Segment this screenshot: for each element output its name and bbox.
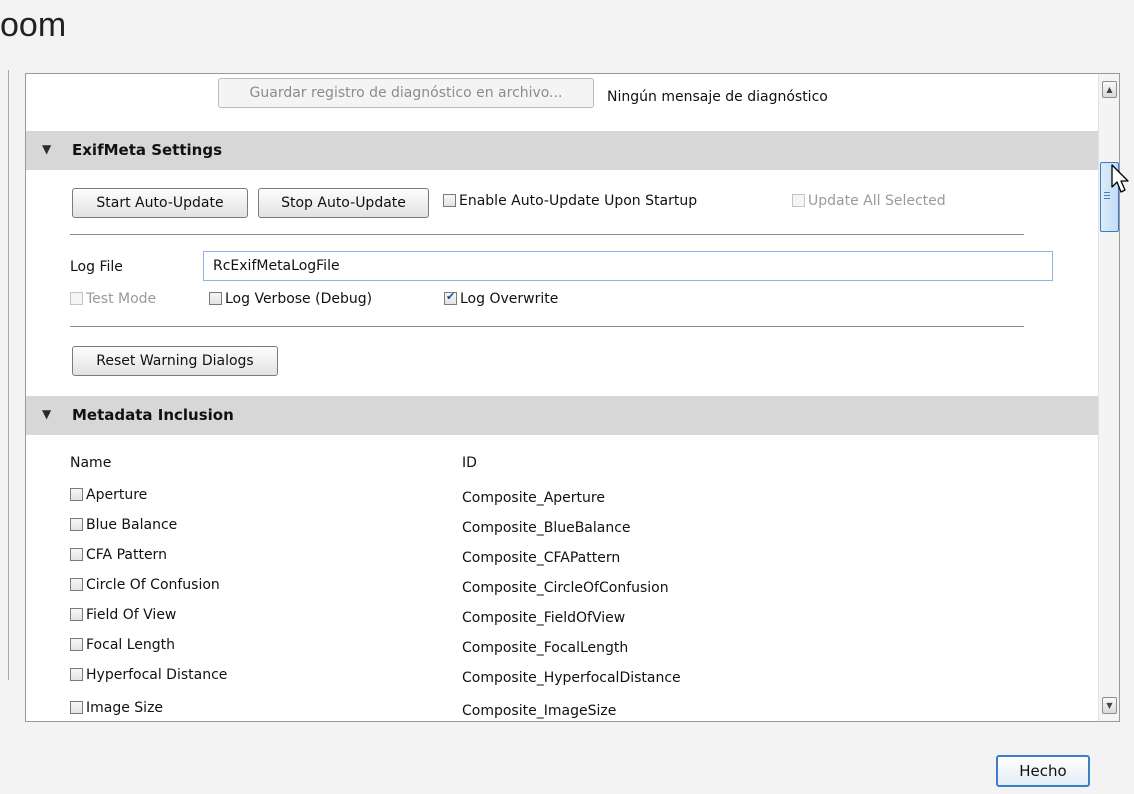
checkbox-box — [70, 292, 83, 305]
metadata-id: Composite_CFAPattern — [462, 550, 621, 566]
enable-auto-update-startup-checkbox[interactable]: Enable Auto-Update Upon Startup — [443, 192, 697, 210]
metadata-row-checkbox[interactable]: Image Size — [70, 699, 163, 717]
checkbox-box — [443, 194, 456, 207]
exifmeta-settings-header[interactable]: ▼ ExifMeta Settings — [26, 131, 1099, 170]
diagnostic-status-text: Ningún mensaje de diagnóstico — [607, 89, 828, 105]
triangle-down-icon: ▼ — [42, 407, 52, 421]
metadata-name: Circle Of Confusion — [86, 577, 220, 593]
checkbox-box — [70, 701, 83, 714]
mouse-pointer-icon — [1111, 164, 1129, 193]
name-column-header: Name — [70, 455, 112, 471]
metadata-row-checkbox[interactable]: Hyperfocal Distance — [70, 666, 227, 684]
checkbox-label: Update All Selected — [808, 193, 946, 209]
log-verbose-checkbox[interactable]: Log Verbose (Debug) — [209, 290, 372, 308]
metadata-name: Hyperfocal Distance — [86, 667, 228, 683]
metadata-name: CFA Pattern — [86, 547, 167, 563]
metadata-id: Composite_FieldOfView — [462, 610, 626, 626]
metadata-row-checkbox[interactable]: Focal Length — [70, 636, 175, 654]
metadata-name: Focal Length — [86, 637, 176, 653]
checkbox-label: Log Overwrite — [460, 291, 559, 307]
stop-auto-update-button[interactable]: Stop Auto-Update — [258, 188, 429, 218]
start-auto-update-button[interactable]: Start Auto-Update — [72, 188, 248, 218]
app-title: oom — [0, 6, 67, 44]
checkbox-label: Test Mode — [86, 291, 157, 307]
checkbox-box — [70, 668, 83, 681]
metadata-id: Composite_BlueBalance — [462, 520, 631, 536]
done-button[interactable]: Hecho — [996, 755, 1090, 787]
checkbox-box: ✔ — [444, 290, 457, 305]
checkbox-label: Log Verbose (Debug) — [225, 291, 373, 307]
checkbox-box — [70, 608, 83, 621]
save-diagnostic-log-button[interactable]: Guardar registro de diagnóstico en archi… — [218, 78, 594, 108]
metadata-row-checkbox[interactable]: Blue Balance — [70, 516, 177, 534]
arrow-up-icon[interactable]: ▲ — [1102, 81, 1117, 98]
metadata-row-checkbox[interactable]: Circle Of Confusion — [70, 576, 220, 594]
arrow-down-icon[interactable]: ▼ — [1102, 697, 1117, 714]
checkbox-box — [70, 488, 83, 501]
checkbox-box — [70, 638, 83, 651]
checkmark-icon: ✔ — [446, 290, 456, 303]
metadata-id: Composite_Aperture — [462, 490, 605, 506]
log-overwrite-checkbox[interactable]: ✔ Log Overwrite — [444, 290, 558, 308]
plugin-settings-panel: Guardar registro de diagnóstico en archi… — [25, 73, 1120, 722]
log-file-label: Log File — [70, 259, 123, 275]
metadata-name: Image Size — [86, 700, 164, 716]
metadata-name: Blue Balance — [86, 517, 178, 533]
metadata-name: Field Of View — [86, 607, 177, 623]
metadata-name: Aperture — [86, 487, 148, 503]
window-edge-divider — [8, 70, 9, 680]
checkbox-box — [70, 578, 83, 591]
exifmeta-settings-title: ExifMeta Settings — [72, 141, 223, 159]
checkbox-box — [70, 518, 83, 531]
test-mode-checkbox[interactable]: Test Mode — [70, 290, 156, 308]
metadata-row-checkbox[interactable]: Aperture — [70, 486, 147, 504]
section-divider — [70, 234, 1024, 235]
metadata-row-checkbox[interactable]: CFA Pattern — [70, 546, 167, 564]
metadata-inclusion-header[interactable]: ▼ Metadata Inclusion — [26, 396, 1099, 435]
reset-warning-dialogs-button[interactable]: Reset Warning Dialogs — [72, 346, 278, 376]
log-file-input[interactable]: RcExifMetaLogFile — [203, 251, 1053, 281]
update-all-selected-checkbox[interactable]: Update All Selected — [792, 192, 946, 210]
triangle-down-icon: ▼ — [42, 142, 52, 156]
metadata-id: Composite_ImageSize — [462, 703, 617, 719]
section-divider — [70, 326, 1024, 327]
metadata-row-checkbox[interactable]: Field Of View — [70, 606, 176, 624]
metadata-id: Composite_HyperfocalDistance — [462, 670, 681, 686]
checkbox-label: Enable Auto-Update Upon Startup — [459, 193, 698, 209]
checkbox-box — [70, 548, 83, 561]
checkbox-box — [792, 194, 805, 207]
settings-content: Guardar registro de diagnóstico en archi… — [26, 74, 1099, 721]
metadata-inclusion-title: Metadata Inclusion — [72, 406, 234, 424]
metadata-id: Composite_CircleOfConfusion — [462, 580, 669, 596]
id-column-header: ID — [462, 455, 477, 471]
checkbox-box — [209, 292, 222, 305]
metadata-id: Composite_FocalLength — [462, 640, 629, 656]
